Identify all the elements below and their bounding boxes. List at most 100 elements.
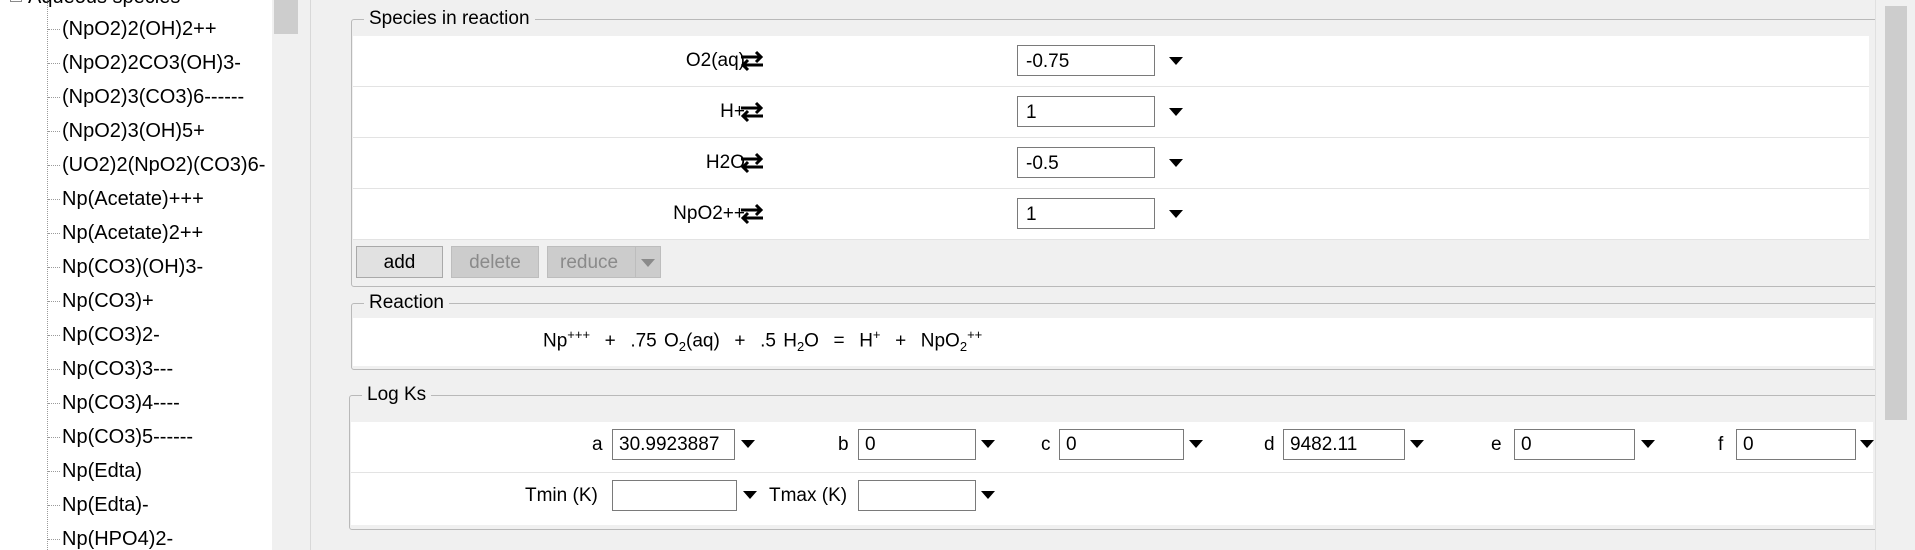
tree-scrollbar-thumb[interactable]: [274, 0, 298, 34]
reaction-charge: +: [872, 327, 881, 342]
swap-species-icon[interactable]: [739, 49, 765, 73]
coefficient-combo[interactable]: 1: [1017, 96, 1155, 127]
chevron-down-icon[interactable]: [1169, 108, 1183, 116]
coefficient-combo[interactable]: -0.5: [1017, 147, 1155, 178]
reaction-display: Np+++ + .75 O2(aq) + .5 H2O = H+ + NpO2+…: [353, 318, 1873, 366]
add-button[interactable]: add: [356, 246, 443, 278]
species-name: NpO2++: [673, 203, 745, 224]
reaction-term: H: [783, 330, 797, 352]
tree-item[interactable]: Np(CO3)4----: [48, 386, 180, 420]
chevron-down-icon[interactable]: [1410, 440, 1424, 448]
tree-item-label: (NpO2)2(OH)2++: [62, 18, 217, 40]
tree-item[interactable]: Np(Edta)-: [48, 488, 149, 522]
panel-scrollbar-thumb[interactable]: [1885, 6, 1907, 420]
reduce-button[interactable]: reduce: [547, 246, 635, 278]
tree-item[interactable]: Np(HPO4)2-: [48, 522, 173, 550]
collapse-icon[interactable]: [10, 0, 22, 2]
tree-item-label: Np(HPO4)2-: [62, 528, 174, 550]
e-label: e: [1491, 434, 1502, 455]
reaction-charge: ++: [967, 327, 983, 342]
reaction-operator: +: [895, 330, 907, 352]
chevron-down-icon[interactable]: [981, 440, 995, 448]
reaction-term: NpO: [920, 330, 960, 352]
tree-item[interactable]: Np(CO3)5------: [48, 420, 193, 454]
swap-species-icon[interactable]: [739, 100, 765, 124]
coefficient-combo[interactable]: -0.75: [1017, 45, 1155, 76]
species-row[interactable]: O2(aq) -0.75: [353, 36, 1869, 87]
chevron-down-icon[interactable]: [743, 491, 757, 499]
pane-splitter[interactable]: [300, 0, 311, 550]
tree-item[interactable]: Np(CO3)3---: [48, 352, 173, 386]
tree-item-label: (NpO2)3(CO3)6------: [62, 86, 245, 108]
reaction-subscript: 2: [959, 339, 968, 355]
tree-item[interactable]: Np(Acetate)+++: [48, 182, 204, 216]
tree-item[interactable]: Np(CO3)2-: [48, 318, 160, 352]
chevron-down-icon[interactable]: [1169, 210, 1183, 218]
tmax-field[interactable]: [858, 480, 976, 511]
c-label: c: [1041, 434, 1051, 455]
c-coefficient-field[interactable]: 0: [1059, 429, 1184, 460]
tree-item-label: Np(Acetate)+++: [62, 188, 204, 210]
tree-item-label: (UO2)2(NpO2)(CO3)6-: [62, 154, 266, 176]
chevron-down-icon: [641, 259, 655, 267]
reduce-dropdown-button[interactable]: [635, 246, 661, 278]
chevron-down-icon[interactable]: [1169, 159, 1183, 167]
reaction-term-suffix: (aq): [686, 330, 720, 352]
tree-item-label: Np(CO3)3---: [62, 358, 174, 380]
tree-scrollbar[interactable]: [272, 0, 300, 550]
chevron-down-icon[interactable]: [1189, 440, 1203, 448]
tmin-label: Tmin (K): [525, 485, 598, 506]
reaction-term-suffix: O: [804, 330, 819, 352]
coefficient-combo[interactable]: 1: [1017, 198, 1155, 229]
tree-item[interactable]: Np(Acetate)2++: [48, 216, 203, 250]
species-row[interactable]: NpO2++ 1: [353, 189, 1869, 240]
tree-item-label: (NpO2)3(OH)5+: [62, 120, 205, 142]
reaction-equals: =: [833, 330, 845, 352]
tree-item[interactable]: (NpO2)3(CO3)6------: [48, 80, 244, 114]
f-label: f: [1718, 434, 1724, 455]
tree-item-label: Np(Edta): [62, 460, 143, 482]
tmin-field[interactable]: [612, 480, 737, 511]
b-coefficient-field[interactable]: 0: [858, 429, 976, 460]
swap-species-icon[interactable]: [739, 151, 765, 175]
tree-item[interactable]: (NpO2)2CO3(OH)3-: [48, 46, 241, 80]
reaction-coefficient: .75: [630, 330, 657, 352]
tree-item[interactable]: Np(CO3)+: [48, 284, 154, 318]
tree-item[interactable]: (UO2)2(NpO2)(CO3)6-: [48, 148, 265, 182]
panel-scrollbar[interactable]: [1875, 0, 1915, 550]
tree-node-aqueous-species[interactable]: Aqueous species: [10, 0, 180, 9]
chevron-down-icon[interactable]: [1641, 440, 1655, 448]
reaction-operator: +: [734, 330, 746, 352]
tree-item-label: Np(CO3)+: [62, 290, 154, 312]
d-coefficient-field[interactable]: 9482.11: [1283, 429, 1405, 460]
reaction-group-title: Reaction: [369, 292, 444, 313]
tree-node-label: Aqueous species: [28, 0, 180, 8]
reaction-operator: +: [604, 330, 616, 352]
f-coefficient-field[interactable]: 0: [1736, 429, 1856, 460]
tree-item[interactable]: (NpO2)3(OH)5+: [48, 114, 205, 148]
tmax-label: Tmax (K): [769, 485, 848, 506]
chevron-down-icon[interactable]: [741, 440, 755, 448]
species-row[interactable]: H+ 1: [353, 87, 1869, 138]
log-ks-group-title: Log Ks: [367, 384, 427, 405]
species-row[interactable]: H2O -0.5: [353, 138, 1869, 189]
tree-item-label: (NpO2)2CO3(OH)3-: [62, 52, 241, 74]
swap-species-icon[interactable]: [739, 202, 765, 226]
chevron-down-icon[interactable]: [1169, 57, 1183, 65]
species-tree[interactable]: Aqueous species (NpO2)2(OH)2++ (NpO2)2CO…: [0, 0, 300, 550]
reaction-equation: Np+++ + .75 O2(aq) + .5 H2O = H+ + NpO2+…: [543, 327, 982, 354]
tree-item[interactable]: (NpO2)2(OH)2++: [48, 12, 217, 46]
reaction-editor-panel: Species in reaction O2(aq) -0.75 H+ 1 H2…: [311, 0, 1915, 550]
d-label: d: [1264, 434, 1275, 455]
reaction-coefficient: .5: [760, 330, 776, 352]
delete-button[interactable]: delete: [451, 246, 539, 278]
tree-item[interactable]: Np(CO3)(OH)3-: [48, 250, 203, 284]
tree-item[interactable]: Np(Edta): [48, 454, 142, 488]
chevron-down-icon[interactable]: [981, 491, 995, 499]
a-coefficient-field[interactable]: 30.9923887: [612, 429, 735, 460]
chevron-down-icon[interactable]: [1860, 440, 1874, 448]
species-group-title: Species in reaction: [369, 8, 530, 29]
reaction-charge: +++: [567, 327, 591, 342]
e-coefficient-field[interactable]: 0: [1514, 429, 1635, 460]
tree-item-label: Np(Acetate)2++: [62, 222, 204, 244]
